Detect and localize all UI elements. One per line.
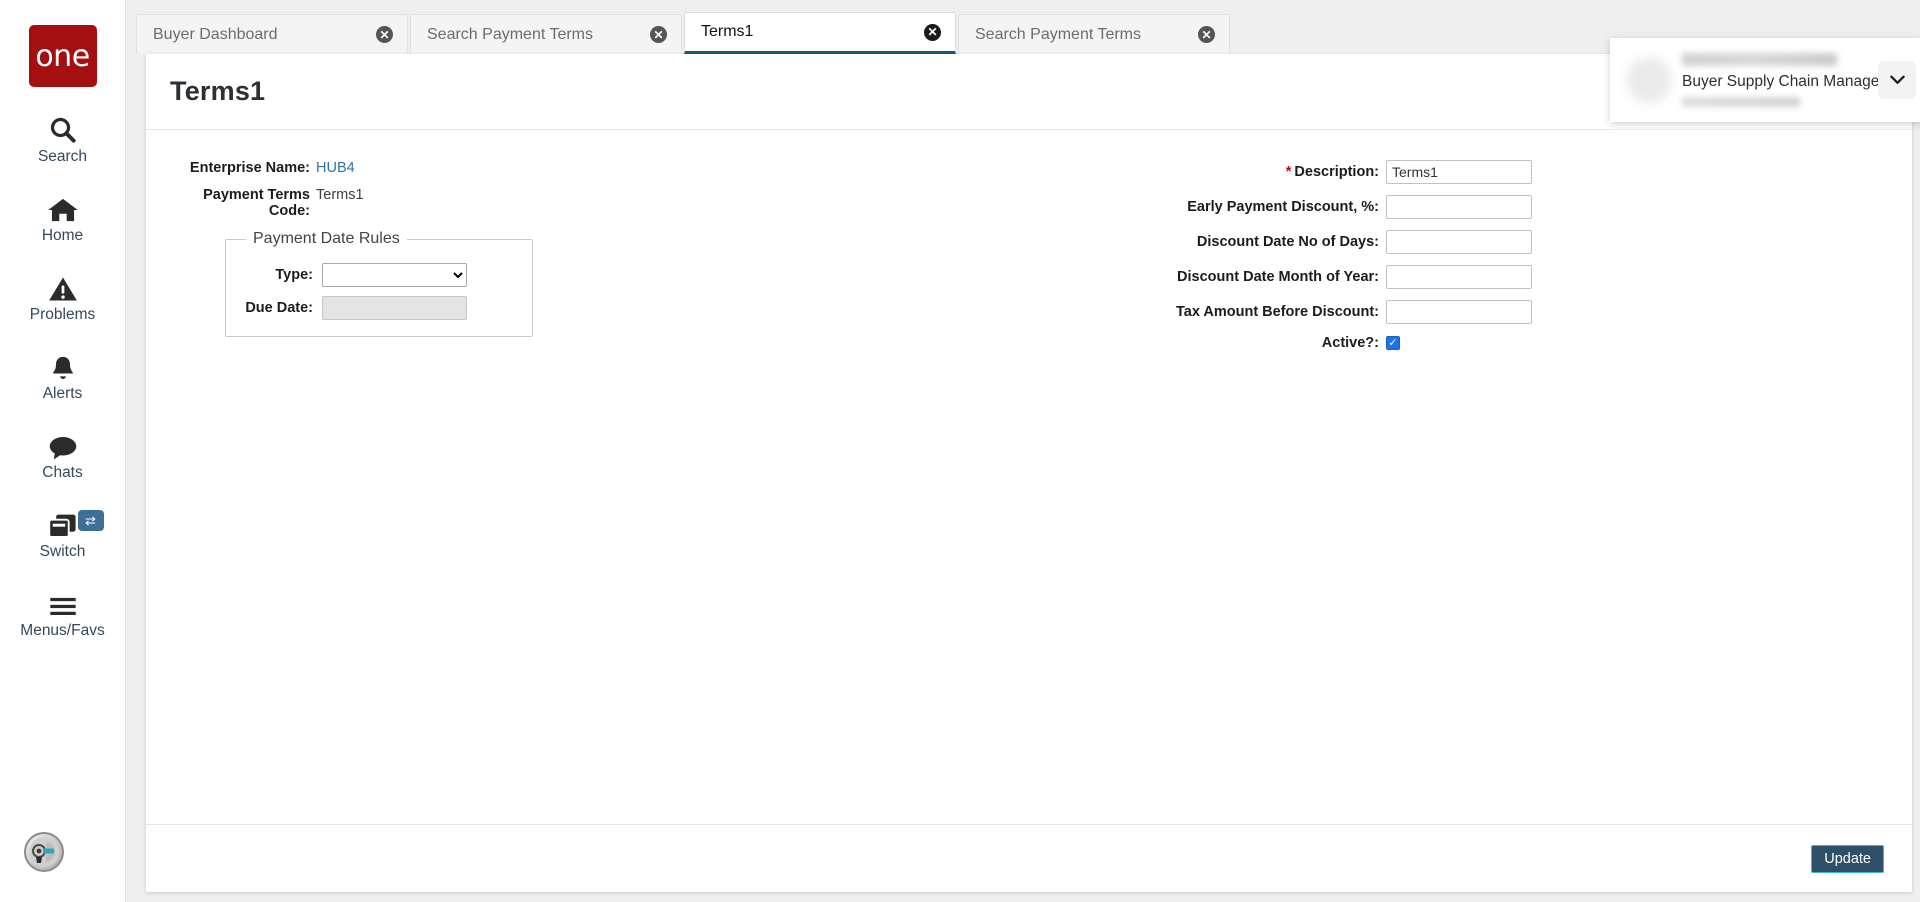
user-name-redacted: [1682, 53, 1837, 66]
due-date-label: Due Date:: [245, 300, 313, 316]
search-icon: [48, 111, 78, 145]
avatar: [1626, 57, 1672, 103]
enterprise-name-label: Enterprise Name:: [189, 160, 310, 176]
tab-label: Search Payment Terms: [975, 25, 1141, 43]
bell-icon: [49, 348, 77, 382]
discount-date-no-of-days-input[interactable]: [1386, 230, 1532, 254]
tab-label: Terms1: [701, 23, 754, 40]
discount-date-no-of-days-label: Discount Date No of Days:: [1196, 234, 1379, 250]
user-texts: Buyer Supply Chain Manager: [1678, 53, 1885, 107]
one-network-logo[interactable]: one: [28, 25, 97, 87]
payment-date-rules-legend: Payment Date Rules: [253, 230, 400, 247]
discount-date-month-of-year-row: Discount Date Month of Year:: [850, 265, 1532, 289]
discount-date-no-of-days-row: Discount Date No of Days:: [850, 230, 1532, 254]
sidebar-item-menus-favs[interactable]: Menus/Favs: [0, 585, 126, 640]
sidebar-item-home[interactable]: Home: [0, 190, 126, 245]
tab-search-payment-terms-1[interactable]: Search Payment Terms ✕: [410, 14, 682, 54]
tax-amount-before-discount-row: Tax Amount Before Discount:: [850, 300, 1532, 324]
payment-date-rules-fieldset: Payment Date Rules Type: Due Date:: [225, 230, 533, 337]
hamburger-icon: [48, 585, 78, 619]
type-select[interactable]: [322, 263, 467, 287]
sidebar-item-search[interactable]: Search: [0, 111, 126, 166]
warning-triangle-icon: [48, 269, 78, 303]
sidebar-item-problems[interactable]: Problems: [0, 269, 126, 324]
sidebar-item-label: Chats: [42, 464, 83, 481]
sidebar-item-label: Menus/Favs: [20, 622, 105, 639]
swap-arrows-icon[interactable]: ⇄: [77, 510, 104, 531]
user-dropdown-button[interactable]: [1878, 61, 1916, 99]
discount-date-month-of-year-label: Discount Date Month of Year:: [1177, 269, 1379, 285]
enterprise-name-value[interactable]: HUB4: [316, 160, 355, 176]
sidebar-item-switch[interactable]: Switch ⇄: [0, 506, 126, 561]
due-date-input: [322, 296, 467, 320]
payment-terms-code-value: Terms1: [316, 187, 364, 203]
tab-terms1[interactable]: Terms1 ✕: [684, 12, 956, 54]
logo-text: one: [35, 38, 90, 74]
tax-amount-before-discount-label: Tax Amount Before Discount:: [1175, 304, 1379, 320]
update-button[interactable]: Update: [1811, 844, 1884, 873]
content-card: Terms1 Buyer Supply Chain Manager Enterp…: [146, 38, 1920, 892]
enterprise-name-row: Enterprise Name: HUB4: [168, 160, 850, 176]
close-icon[interactable]: ✕: [376, 26, 393, 43]
card-footer: Update: [146, 824, 1912, 892]
close-icon[interactable]: ✕: [1198, 26, 1215, 43]
tab-label: Search Payment Terms: [427, 25, 593, 43]
discount-date-month-of-year-input[interactable]: [1386, 265, 1532, 289]
user-profile-panel[interactable]: Buyer Supply Chain Manager: [1610, 38, 1920, 122]
payment-terms-code-row: Payment Terms Code: Terms1: [168, 187, 850, 219]
sidebar-item-label: Home: [41, 227, 84, 244]
description-row: * Description:: [850, 160, 1532, 184]
description-label: * Description:: [1286, 164, 1386, 180]
sidebar-item-label: Alerts: [42, 385, 83, 402]
chevron-down-icon: [1889, 72, 1905, 89]
early-payment-discount-row: Early Payment Discount, %:: [850, 195, 1532, 219]
windows-stack-icon: [47, 506, 79, 540]
sidebar-item-chats[interactable]: Chats: [0, 427, 126, 482]
sidebar-item-label: Switch: [39, 543, 86, 560]
early-payment-discount-input[interactable]: [1386, 195, 1532, 219]
user-org-redacted: [1682, 97, 1800, 107]
close-icon[interactable]: ✕: [650, 26, 667, 43]
header-actions: ★ Buyer Supply Chain Manager: [1610, 38, 1920, 122]
active-row: Active?: ✓: [850, 335, 1532, 351]
sidebar-item-alerts[interactable]: Alerts: [0, 348, 126, 403]
tab-search-payment-terms-2[interactable]: Search Payment Terms ✕: [958, 14, 1230, 54]
type-label: Type:: [275, 267, 313, 283]
active-checkbox[interactable]: ✓: [1386, 336, 1400, 350]
close-icon[interactable]: ✕: [924, 23, 941, 41]
payment-terms-code-label: Payment Terms Code:: [203, 187, 310, 219]
sidebar-item-label: Problems: [29, 306, 96, 323]
active-label: Active?:: [1321, 335, 1379, 351]
form-column-left: Enterprise Name: HUB4 Payment Terms Code…: [146, 160, 850, 824]
user-role: Buyer Supply Chain Manager: [1682, 73, 1885, 90]
early-payment-discount-label: Early Payment Discount, %:: [1187, 199, 1379, 215]
tab-buyer-dashboard[interactable]: Buyer Dashboard ✕: [136, 14, 408, 54]
description-input[interactable]: [1386, 160, 1532, 184]
left-sidebar: one Search Home Problems Alerts Chats Sw…: [0, 0, 126, 902]
home-icon: [47, 190, 79, 224]
app-root: one Search Home Problems Alerts Chats Sw…: [0, 0, 1920, 902]
tab-label: Buyer Dashboard: [153, 25, 278, 43]
due-date-row: Due Date:: [240, 296, 518, 320]
type-row: Type:: [240, 263, 518, 287]
page-title: Terms1: [170, 76, 266, 106]
page-header: Terms1 Buyer Supply Chain Manager: [146, 38, 1920, 130]
form-body: Enterprise Name: HUB4 Payment Terms Code…: [146, 130, 1912, 824]
tax-amount-before-discount-input[interactable]: [1386, 300, 1532, 324]
robot-avatar-icon[interactable]: [24, 832, 64, 872]
description-label-text: Description:: [1294, 164, 1379, 180]
main-area: Buyer Dashboard ✕ Search Payment Terms ✕…: [126, 0, 1920, 902]
sidebar-item-label: Search: [37, 148, 88, 165]
form-column-right: *Description: Early Payment Discount, %:…: [850, 160, 1912, 824]
chat-bubble-icon: [48, 427, 78, 461]
